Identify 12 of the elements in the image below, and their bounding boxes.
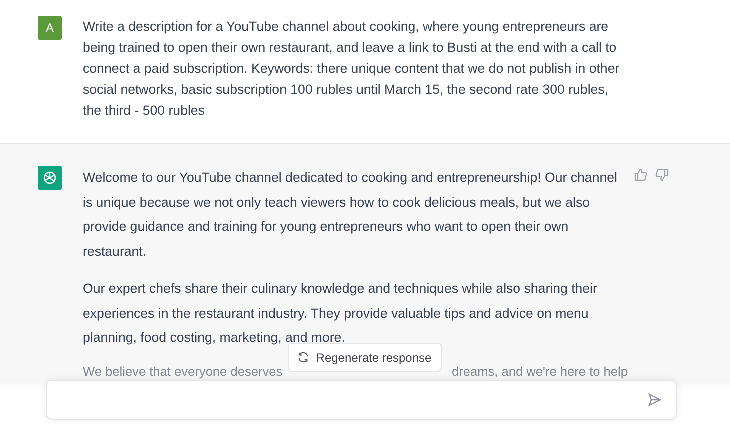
regenerate-button[interactable]: Regenerate response <box>288 343 442 372</box>
message-paragraph: Welcome to our YouTube channel dedicated to cooking and entrepreneurship! Our channel is unique because we not only teach viewers how to cook delicious meals, but we also provide guidance and training for young entrepreneurs who want to open their own restaurant. <box>83 169 618 260</box>
message-paragraph: Write a description for a YouTube channel about cooking, where young entrepreneurs are being trained to open their own restaurant, and leave a link to Busti at the end with a call to connect a paid subscription. Keywords: there unique content that we do not publish in other social networks, basic subscription 100 rubles until March 15, the second rate 300 rubles, the third - 500 rubles <box>83 18 621 120</box>
thumbs-down-icon[interactable] <box>655 168 669 182</box>
faded-text: dreams, and we're here to help <box>452 364 628 378</box>
send-icon[interactable] <box>648 393 662 407</box>
refresh-icon <box>298 352 310 363</box>
user-avatar: A <box>38 16 62 40</box>
thumbs-up-icon[interactable] <box>634 168 648 182</box>
faded-text: We believe that everyone deserves <box>83 364 283 378</box>
message-input[interactable] <box>46 380 676 420</box>
logo-icon <box>42 170 58 186</box>
